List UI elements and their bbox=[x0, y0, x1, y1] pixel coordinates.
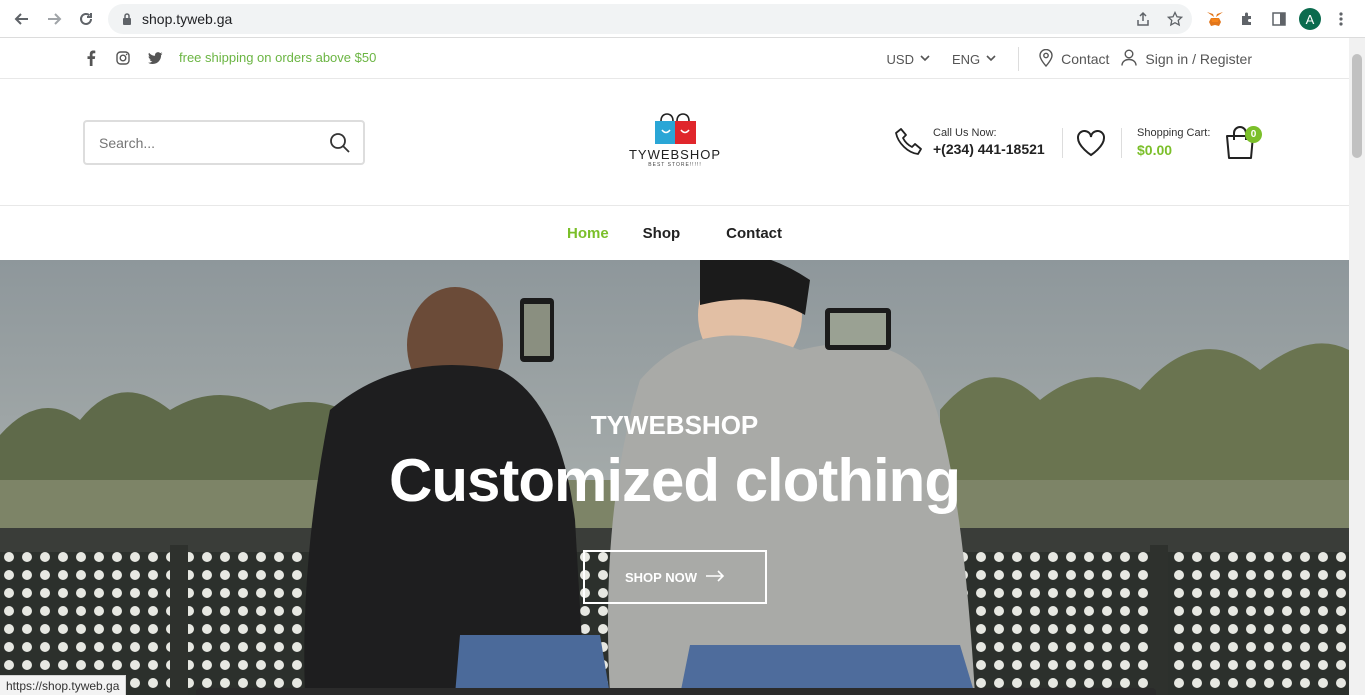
nav-item-contact[interactable]: Contact bbox=[716, 225, 792, 242]
nav-item-shop[interactable]: Shop bbox=[633, 225, 691, 242]
language-value: ENG bbox=[951, 51, 981, 67]
page-scrollbar[interactable] bbox=[1349, 38, 1365, 695]
twitter-icon[interactable] bbox=[146, 49, 164, 67]
location-pin-icon bbox=[1039, 48, 1053, 70]
wishlist-heart-icon[interactable] bbox=[1076, 129, 1106, 157]
call-number[interactable]: +(234) 441-18521 bbox=[933, 141, 1045, 157]
back-icon[interactable] bbox=[6, 3, 38, 35]
hero-brand: TYWEBSHOP bbox=[590, 410, 759, 440]
phone-icon bbox=[893, 126, 925, 158]
user-icon bbox=[1121, 49, 1138, 69]
metamask-fox-icon[interactable] bbox=[1203, 7, 1227, 31]
call-us: Call Us Now: +(234) 441-18521 bbox=[893, 126, 1045, 158]
divider bbox=[1062, 128, 1063, 158]
topbar: free shipping on orders above $50 USD EN… bbox=[0, 38, 1349, 79]
divider bbox=[1018, 47, 1020, 71]
shop-now-label: SHOP NOW bbox=[625, 569, 697, 585]
address-bar[interactable]: shop.tyweb.ga bbox=[108, 4, 1192, 34]
site-header: TYWEBSHOP BEST STORE!!!!! Call Us Now: +… bbox=[0, 79, 1349, 206]
search-icon[interactable] bbox=[329, 132, 351, 154]
extensions-puzzle-icon[interactable] bbox=[1235, 7, 1259, 31]
contact-link[interactable]: Contact bbox=[1039, 48, 1110, 70]
currency-value: USD bbox=[886, 51, 914, 67]
instagram-icon[interactable] bbox=[114, 49, 132, 67]
search-box bbox=[83, 120, 365, 165]
shop-now-button[interactable]: SHOP NOW bbox=[583, 550, 767, 604]
reload-icon[interactable] bbox=[70, 3, 102, 35]
divider bbox=[1121, 128, 1122, 158]
page-viewport: free shipping on orders above $50 USD EN… bbox=[0, 38, 1349, 695]
status-url-tooltip: https://shop.tyweb.ga bbox=[0, 675, 127, 695]
chevron-down-icon bbox=[986, 54, 996, 65]
logo-tagline: BEST STORE!!!!! bbox=[648, 162, 702, 168]
url-text[interactable]: shop.tyweb.ga bbox=[142, 11, 232, 27]
profile-avatar[interactable]: A bbox=[1299, 8, 1321, 30]
bookmark-star-icon[interactable] bbox=[1164, 8, 1186, 30]
lock-icon[interactable] bbox=[120, 12, 134, 26]
nav-item-home[interactable]: Home bbox=[557, 225, 619, 242]
cart-label: Shopping Cart: bbox=[1137, 127, 1211, 139]
language-dropdown[interactable]: ENG bbox=[952, 52, 996, 67]
signin-label: Sign in / Register bbox=[1145, 51, 1252, 67]
cart-amount: $0.00 bbox=[1137, 142, 1173, 158]
currency-dropdown[interactable]: USD bbox=[887, 52, 930, 67]
scrollbar-thumb[interactable] bbox=[1352, 54, 1362, 158]
hero-headline: Customized clothing bbox=[389, 447, 961, 514]
cart-summary[interactable]: Shopping Cart: $0.00 bbox=[1137, 127, 1210, 158]
promo-text: free shipping on orders above $50 bbox=[179, 50, 377, 65]
share-icon[interactable] bbox=[1132, 8, 1154, 30]
contact-label: Contact bbox=[1061, 51, 1110, 67]
forward-icon[interactable] bbox=[38, 3, 70, 35]
shopping-bags-logo-icon bbox=[655, 113, 696, 144]
site-logo[interactable]: TYWEBSHOP BEST STORE!!!!! bbox=[626, 112, 724, 172]
call-label: Call Us Now: bbox=[933, 127, 997, 139]
arrow-right-icon bbox=[705, 569, 725, 585]
chevron-down-icon bbox=[920, 54, 930, 65]
bottom-overlay-bar bbox=[196, 688, 1156, 695]
social-links bbox=[82, 49, 164, 67]
cart-count-badge: 0 bbox=[1245, 126, 1262, 143]
menu-kebab-icon[interactable] bbox=[1329, 7, 1353, 31]
hero-banner: TYWEBSHOP Customized clothing SHOP NOW bbox=[0, 260, 1349, 695]
logo-text: TYWEBSHOP bbox=[628, 147, 722, 162]
facebook-icon[interactable] bbox=[82, 49, 100, 67]
browser-toolbar: shop.tyweb.ga A bbox=[0, 0, 1365, 38]
main-nav: Home Shop Contact bbox=[0, 206, 1349, 260]
search-input[interactable] bbox=[99, 134, 319, 151]
side-panel-icon[interactable] bbox=[1267, 7, 1291, 31]
signin-link[interactable]: Sign in / Register bbox=[1121, 49, 1252, 69]
